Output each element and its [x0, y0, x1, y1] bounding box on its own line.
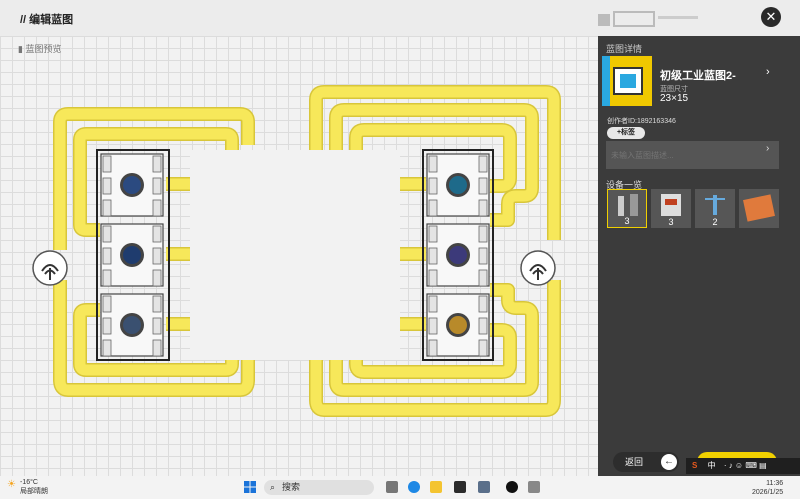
ime-toolbar[interactable]: S 中 · ♪ ☺ ⌨ ▤	[686, 458, 800, 474]
device-count: 2	[712, 217, 718, 227]
ime-tools-icon[interactable]: · ♪ ☺ ⌨ ▤	[724, 461, 767, 470]
blueprint-layout	[32, 85, 561, 417]
file-explorer-icon[interactable]	[430, 481, 442, 493]
windows-start-icon[interactable]	[244, 481, 256, 493]
machine-product-icon	[123, 176, 141, 194]
weather-desc: 局部晴朗	[20, 488, 48, 495]
os-taskbar: ☀ -16°C 局部晴朗 ⌕ 搜索 11:36 2026/1/25	[0, 476, 800, 499]
terminal-icon[interactable]	[454, 481, 466, 493]
sogou-icon: S	[692, 461, 698, 470]
machine-left[interactable]	[100, 293, 164, 357]
device-refining-unit[interactable]: 3	[607, 189, 647, 228]
machine-product-icon	[123, 246, 141, 264]
machine-product-icon	[449, 246, 467, 264]
creator-id: 创作者ID:1892163346	[607, 118, 676, 125]
device-floor-tile[interactable]	[739, 189, 779, 228]
blueprint-box-icon	[602, 56, 643, 106]
blueprint-details-panel: 蓝图详情 初级工业蓝图2- › 蓝图尺寸 23×15 创作者ID:1892163…	[598, 36, 800, 476]
app-icon[interactable]	[478, 481, 490, 493]
add-tag-button[interactable]: +标签	[607, 127, 645, 139]
device-count: 3	[624, 216, 630, 226]
description-input[interactable]	[606, 141, 779, 169]
power-pylon-icon	[705, 195, 725, 215]
close-button[interactable]: ✕	[761, 7, 781, 27]
ime-mode-label[interactable]: 中	[708, 461, 716, 470]
weather-temp: -16°C	[20, 479, 38, 486]
back-button[interactable]: 返回 ←	[613, 452, 679, 472]
device-power-pylon[interactable]: 2	[695, 189, 735, 228]
power-pylon-left-icon[interactable]	[32, 250, 68, 286]
floor-tile-icon	[743, 194, 775, 222]
blueprint-name[interactable]: 初级工业蓝图2-	[660, 67, 736, 83]
panel-label: 蓝图详情	[606, 44, 643, 54]
blueprint-editor-window: // 编辑蓝图 ✕ ▮ 蓝图预览 蓝图详情 初级工业蓝图2- › 蓝图尺寸 23…	[0, 0, 800, 499]
machine-left[interactable]	[100, 153, 164, 217]
task-view-icon[interactable]	[386, 481, 398, 493]
app-icon[interactable]	[528, 481, 540, 493]
empty-center-region	[190, 150, 400, 360]
machine-right[interactable]	[426, 293, 490, 357]
machine-product-icon	[449, 316, 467, 334]
weather-icon: ☀	[7, 479, 16, 490]
clock-time: 11:36	[766, 480, 784, 487]
machine-product-icon	[449, 176, 467, 194]
search-label: 搜索	[282, 482, 301, 492]
machine-left[interactable]	[100, 223, 164, 287]
power-pylon-right-icon[interactable]	[520, 250, 556, 286]
taskbar-search[interactable]: ⌕ 搜索	[264, 480, 374, 495]
search-icon: ⌕	[270, 482, 276, 492]
edge-browser-icon[interactable]	[408, 481, 420, 493]
device-count: 3	[668, 217, 674, 227]
chevron-right-icon[interactable]: ›	[766, 66, 770, 78]
clock-date: 2026/1/25	[752, 489, 784, 496]
machine-product-icon	[123, 316, 141, 334]
game-launcher-icon[interactable]	[506, 481, 518, 493]
game-logo-icon	[598, 11, 698, 27]
machine-right[interactable]	[426, 223, 490, 287]
chevron-right-icon[interactable]: ›	[766, 143, 769, 154]
weather-widget[interactable]: ☀ -16°C 局部晴朗	[7, 478, 48, 496]
crushing-unit-icon	[661, 194, 681, 216]
back-arrow-icon: ←	[661, 454, 677, 470]
blueprint-thumbnail[interactable]	[602, 56, 652, 106]
system-clock[interactable]: 11:36 2026/1/25	[752, 479, 783, 497]
back-button-label: 返回	[625, 457, 644, 467]
machine-right[interactable]	[426, 153, 490, 217]
device-crushing-unit[interactable]: 3	[651, 189, 691, 228]
blueprint-size: 23×15	[660, 93, 689, 104]
